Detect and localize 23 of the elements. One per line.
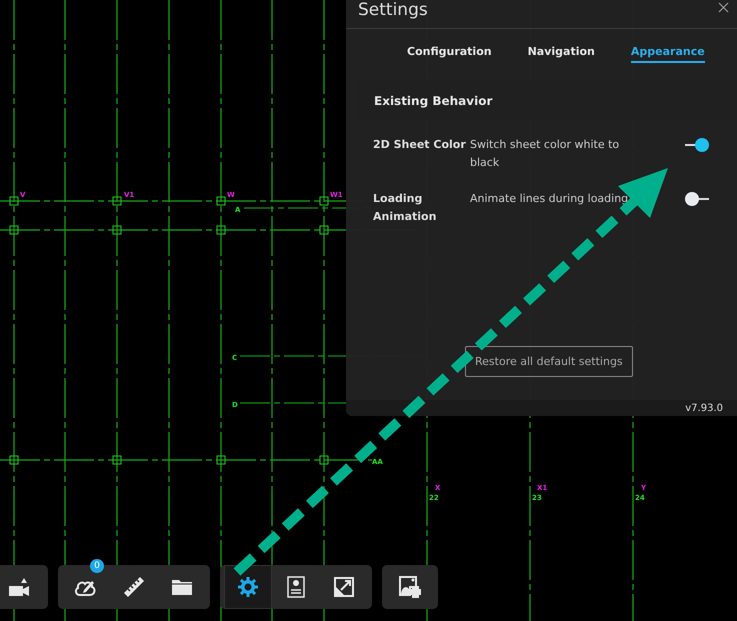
setting-description: Animate lines during loading <box>470 191 630 207</box>
tab[interactable]: Appearance <box>630 45 705 63</box>
print-image-icon <box>398 575 422 599</box>
sheet-properties-icon <box>287 576 305 598</box>
settings-icon <box>238 577 258 597</box>
video-camera-icon <box>8 576 32 598</box>
section-title: Existing Behavior <box>374 94 492 108</box>
tab[interactable]: Configuration <box>407 45 492 63</box>
folder-icon <box>171 578 193 596</box>
expand-icon <box>334 577 354 597</box>
ruler-icon <box>122 575 146 599</box>
panel-title: Settings <box>358 0 428 20</box>
tab[interactable]: Navigation <box>528 45 595 63</box>
setting-label: Loading Animation <box>373 191 438 225</box>
close-icon[interactable] <box>718 2 729 13</box>
restore-defaults-button[interactable]: Restore all default settings <box>465 346 633 377</box>
toolbar-button[interactable] <box>224 565 272 609</box>
toggle-switch[interactable] <box>685 191 709 207</box>
setting-description: Switch sheet color white to black <box>470 137 620 171</box>
setting-label: 2D Sheet Color <box>373 137 467 153</box>
count-badge: 0 <box>90 559 104 573</box>
toggle-switch[interactable] <box>685 137 709 153</box>
version-label: v7.93.0 <box>685 402 723 414</box>
